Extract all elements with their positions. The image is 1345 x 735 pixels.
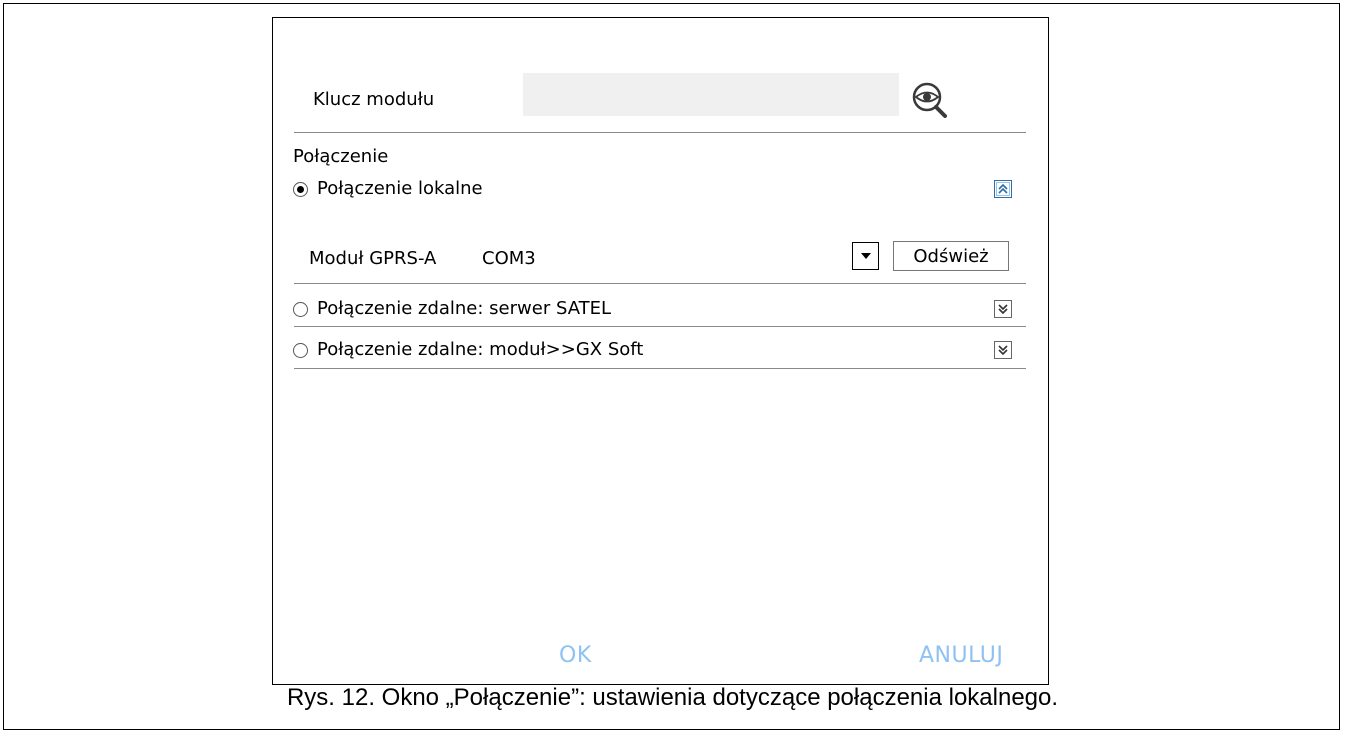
radio-button[interactable]	[293, 342, 308, 358]
collapse-local-button[interactable]	[994, 180, 1012, 198]
ok-button[interactable]: OK	[559, 643, 592, 668]
eye-magnifier-icon	[912, 82, 947, 118]
triangle-down-icon	[860, 253, 871, 259]
com-port-select[interactable]: COM3	[482, 248, 536, 270]
cancel-button[interactable]: ANULUJ	[919, 643, 1003, 668]
radio-remote-satel[interactable]: Połączenie zdalne: serwer SATEL	[293, 297, 611, 321]
radio-button[interactable]	[293, 301, 308, 317]
connection-dialog: Klucz modułu Połączenie Połączenie lokal…	[272, 17, 1049, 685]
show-key-button[interactable]	[909, 80, 957, 118]
separator	[294, 326, 1026, 327]
separator	[294, 283, 1026, 284]
double-chevron-up-icon	[998, 183, 1008, 194]
remote-module-label: Połączenie zdalne: moduł>>GX Soft	[317, 339, 644, 360]
separator	[294, 132, 1026, 133]
com-port-dropdown-button[interactable]	[852, 242, 879, 270]
radio-remote-module[interactable]: Połączenie zdalne: moduł>>GX Soft	[293, 338, 643, 362]
module-key-label: Klucz modułu	[313, 89, 435, 110]
module-key-input[interactable]	[523, 73, 899, 116]
double-chevron-down-icon	[998, 345, 1008, 356]
gprs-module-label: Moduł GPRS-A	[309, 248, 437, 269]
connection-section-label: Połączenie	[293, 146, 389, 167]
expand-module-button[interactable]	[994, 341, 1012, 359]
separator	[294, 368, 1026, 369]
expand-satel-button[interactable]	[994, 300, 1012, 318]
local-connection-label: Połączenie lokalne	[317, 178, 483, 199]
remote-satel-label: Połączenie zdalne: serwer SATEL	[317, 298, 612, 319]
radio-local-connection[interactable]: Połączenie lokalne	[293, 177, 483, 201]
refresh-button[interactable]: Odśwież	[893, 241, 1009, 271]
figure-caption: Rys. 12. Okno „Połączenie”: ustawienia d…	[286, 684, 1059, 711]
double-chevron-down-icon	[998, 304, 1008, 315]
radio-button-checked[interactable]	[293, 181, 308, 197]
